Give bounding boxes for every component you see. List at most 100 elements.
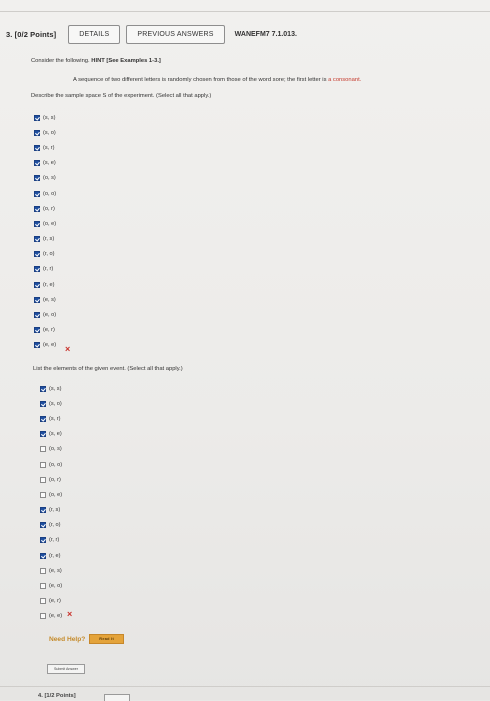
option-8[interactable]: (r, s) — [34, 232, 56, 247]
checkbox-checked[interactable] — [34, 190, 40, 197]
checkbox-unchecked[interactable] — [40, 446, 46, 453]
option-13[interactable]: (e, o) — [40, 578, 62, 593]
option-4[interactable]: (o, s) — [34, 171, 56, 186]
option-10[interactable]: (r, r) — [34, 262, 56, 277]
checkbox-unchecked[interactable] — [40, 583, 46, 590]
option-0[interactable]: (s, s) — [34, 110, 56, 125]
checkbox-checked[interactable] — [34, 205, 40, 212]
consider-text: Consider the following. — [31, 58, 92, 64]
option-6[interactable]: (o, r) — [40, 472, 62, 487]
option-6[interactable]: (o, r) — [34, 201, 56, 216]
option-12[interactable]: (e, s) — [40, 563, 62, 578]
option-label: (e, s) — [43, 296, 56, 303]
option-13[interactable]: (e, o) — [34, 307, 56, 322]
option-2[interactable]: (s, r) — [34, 140, 56, 155]
part1-incorrect-x-icon: × — [65, 344, 71, 354]
option-label: (s, s) — [43, 114, 56, 121]
checkbox-checked[interactable] — [34, 236, 40, 243]
checkbox-checked[interactable] — [40, 385, 46, 392]
part2-incorrect-x-icon: × — [67, 609, 73, 619]
option-8[interactable]: (r, s) — [40, 503, 62, 518]
option-label: (r, e) — [49, 552, 61, 559]
option-7[interactable]: (o, e) — [34, 216, 56, 231]
option-label: (r, s) — [49, 507, 61, 514]
checkbox-checked[interactable] — [34, 296, 40, 303]
option-label: (e, s) — [49, 567, 62, 574]
checkbox-unchecked[interactable] — [40, 613, 46, 620]
option-label: (e, e) — [43, 342, 57, 349]
next-question-number: 4. [1/2 Points] — [38, 693, 76, 699]
checkbox-checked[interactable] — [34, 220, 40, 227]
option-label: (e, e) — [49, 613, 63, 620]
option-label: (r, o) — [49, 522, 61, 529]
previous-answers-button[interactable]: PREVIOUS ANSWERS — [126, 25, 225, 44]
checkbox-checked[interactable] — [34, 129, 40, 136]
checkbox-checked[interactable] — [34, 114, 40, 121]
checkbox-checked[interactable] — [34, 175, 40, 182]
option-label: (r, r) — [49, 537, 60, 544]
option-label: (e, o) — [43, 312, 57, 319]
option-15[interactable]: (e, e) — [40, 609, 62, 624]
option-9[interactable]: (r, o) — [40, 518, 62, 533]
checkbox-checked[interactable] — [40, 522, 46, 529]
option-label: (s, e) — [49, 431, 62, 438]
option-label: (o, o) — [49, 461, 63, 468]
hint-link[interactable]: HINT [See Examples 1-3.] — [91, 58, 161, 64]
option-14[interactable]: (e, r) — [34, 323, 56, 338]
option-11[interactable]: (r, e) — [40, 548, 62, 563]
option-11[interactable]: (r, e) — [34, 277, 56, 292]
part1-prompt: Describe the sample space S of the exper… — [31, 93, 212, 99]
checkbox-unchecked[interactable] — [40, 461, 46, 468]
checkbox-unchecked[interactable] — [40, 476, 46, 483]
option-1[interactable]: (s, o) — [40, 396, 62, 411]
submit-answer-button[interactable]: Submit Answer — [47, 664, 85, 674]
checkbox-checked[interactable] — [40, 537, 46, 544]
read-it-button[interactable]: Read It — [89, 634, 125, 644]
checkbox-checked[interactable] — [34, 342, 40, 349]
checkbox-unchecked[interactable] — [40, 491, 46, 498]
option-12[interactable]: (e, s) — [34, 292, 56, 307]
question-header: 3. [0/2 Points] DETAILS PREVIOUS ANSWERS… — [6, 25, 297, 44]
checkbox-checked[interactable] — [34, 144, 40, 151]
checkbox-checked[interactable] — [34, 327, 40, 334]
option-4[interactable]: (o, s) — [40, 442, 62, 457]
option-label: (o, o) — [43, 190, 57, 197]
option-3[interactable]: (s, e) — [40, 427, 62, 442]
option-label: (r, o) — [43, 251, 55, 258]
checkbox-unchecked[interactable] — [40, 598, 46, 605]
option-14[interactable]: (e, r) — [40, 594, 62, 609]
checkbox-checked[interactable] — [40, 415, 46, 422]
checkbox-checked[interactable] — [34, 312, 40, 319]
option-5[interactable]: (o, o) — [40, 457, 62, 472]
checkbox-checked[interactable] — [34, 160, 40, 167]
option-0[interactable]: (s, s) — [40, 381, 62, 396]
checkbox-checked[interactable] — [34, 266, 40, 273]
checkbox-checked[interactable] — [40, 400, 46, 407]
checkbox-checked[interactable] — [40, 431, 46, 438]
checkbox-checked[interactable] — [40, 507, 46, 514]
checkbox-checked[interactable] — [34, 281, 40, 288]
scenario-line: A sequence of two different letters is r… — [73, 77, 361, 83]
option-1[interactable]: (s, o) — [34, 125, 56, 140]
option-label: (s, r) — [49, 415, 61, 422]
option-label: (e, o) — [49, 583, 63, 590]
option-3[interactable]: (s, e) — [34, 156, 56, 171]
option-label: (e, r) — [49, 598, 61, 605]
points-label: [0/2 Points] — [14, 30, 57, 39]
checkbox-checked[interactable] — [40, 552, 46, 559]
option-label: (r, s) — [43, 236, 55, 243]
option-label: (o, s) — [43, 175, 56, 182]
checkbox-unchecked[interactable] — [40, 567, 46, 574]
option-7[interactable]: (o, e) — [40, 487, 62, 502]
details-button[interactable]: DETAILS — [68, 25, 121, 44]
option-2[interactable]: (s, r) — [40, 411, 62, 426]
option-10[interactable]: (r, r) — [40, 533, 62, 548]
option-label: (s, e) — [43, 160, 56, 167]
option-9[interactable]: (r, o) — [34, 247, 56, 262]
option-15[interactable]: (e, e) — [34, 338, 56, 353]
top-divider — [0, 11, 490, 12]
option-5[interactable]: (o, o) — [34, 186, 56, 201]
option-label: (o, r) — [43, 205, 55, 212]
option-label: (e, r) — [43, 327, 55, 334]
checkbox-checked[interactable] — [34, 251, 40, 258]
